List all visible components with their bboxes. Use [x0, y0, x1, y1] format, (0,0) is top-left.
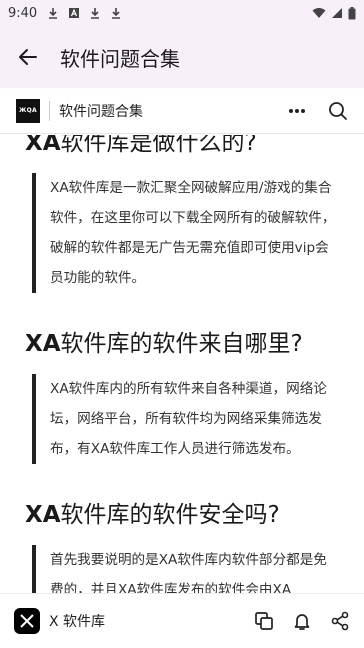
- status-time: 9:40: [8, 5, 38, 21]
- page-title: 软件问题合集: [60, 46, 180, 71]
- section-heading: XA软件库是做什么的?: [25, 135, 257, 156]
- battery-icon: [348, 6, 356, 19]
- divider: [49, 100, 50, 121]
- site-logo[interactable]: ЖQA: [16, 98, 40, 123]
- download-icon: [91, 8, 100, 19]
- more-button[interactable]: [288, 108, 306, 114]
- share-icon: [331, 611, 349, 631]
- search-button[interactable]: [328, 101, 348, 121]
- system-icons: [312, 6, 356, 20]
- download-icon: [112, 8, 121, 19]
- blockquote: 首先我要说明的是XA软件库内软件部分都是免费的，并且XA软件库发布的软件会由XA: [32, 545, 340, 593]
- article-content[interactable]: XA软件库是做什么的? XA软件库是一款汇聚全网破解应用/游戏的集合软件，在这里…: [0, 135, 364, 593]
- copy-icon: [255, 612, 273, 630]
- section-body: XA软件库是一款汇聚全网破解应用/游戏的集合软件，在这里你可以下载全网所有的破解…: [50, 180, 336, 286]
- font-icon: [69, 8, 80, 18]
- section: XA软件库是做什么的? XA软件库是一款汇聚全网破解应用/游戏的集合软件，在这里…: [25, 135, 340, 293]
- bottom-title: X 软件库: [49, 614, 106, 630]
- section-body: XA软件库内的所有软件来自各种渠道，网络论坛，网络平台，所有软件均为网络采集筛选…: [50, 381, 327, 457]
- tabs-button[interactable]: [254, 611, 274, 631]
- section-body: 首先我要说明的是XA软件库内软件部分都是免费的，并且XA软件库发布的软件会由XA: [50, 552, 327, 593]
- site-actions: [288, 101, 348, 121]
- site-logo-text: ЖQA: [19, 107, 37, 114]
- arrow-left-icon: [19, 49, 37, 65]
- search-icon: [329, 101, 347, 120]
- notification-icons: [47, 7, 122, 19]
- section: XA软件库的软件来自哪里? XA软件库内的所有软件来自各种渠道，网络论坛，网络平…: [25, 326, 340, 464]
- site-title: 软件问题合集: [59, 103, 143, 120]
- blockquote: XA软件库内的所有软件来自各种渠道，网络论坛，网络平台，所有软件均为网络采集筛选…: [32, 374, 340, 464]
- section-heading: XA软件库的软件安全吗?: [25, 502, 280, 528]
- blockquote: XA软件库是一款汇聚全网破解应用/游戏的集合软件，在这里你可以下载全网所有的破解…: [32, 173, 340, 293]
- section-heading: XA软件库的软件来自哪里?: [25, 331, 303, 357]
- bottom-actions: [254, 611, 350, 631]
- signal-icon: [332, 8, 342, 18]
- back-button[interactable]: [0, 26, 56, 88]
- download-icon: [49, 8, 58, 19]
- more-dots-icon: [289, 108, 305, 113]
- section: XA软件库的软件安全吗? 首先我要说明的是XA软件库内软件部分都是免费的，并且X…: [25, 497, 340, 593]
- wifi-icon: [312, 8, 326, 18]
- site-header: ЖQA 软件问题合集: [0, 88, 364, 134]
- share-button[interactable]: [330, 611, 350, 631]
- status-bar: 9:40: [0, 0, 364, 26]
- app-bar: 软件问题合集: [0, 26, 364, 88]
- x-logo-icon: [14, 608, 40, 634]
- article: XA软件库是做什么的? XA软件库是一款汇聚全网破解应用/游戏的集合软件，在这里…: [0, 135, 364, 593]
- bottom-bar: X 软件库: [0, 593, 364, 648]
- notifications-button[interactable]: [292, 611, 312, 631]
- bell-icon: [294, 614, 310, 630]
